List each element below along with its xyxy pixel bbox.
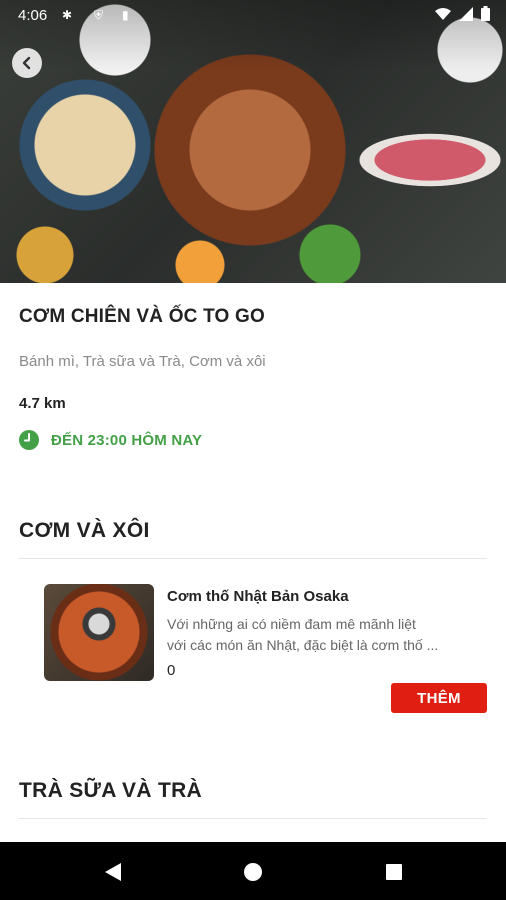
status-indicators (435, 6, 490, 21)
nav-home-button[interactable] (242, 861, 264, 883)
menu-item-name[interactable]: Cơm thố Nhật Bản Osaka (167, 588, 349, 605)
status-time: 4:06 (18, 7, 48, 24)
restaurant-distance: 4.7 km (19, 395, 66, 412)
system-navigation-bar (0, 842, 506, 900)
nav-back-icon (105, 863, 121, 881)
hours-text: ĐẾN 23:00 HÔM NAY (51, 431, 203, 449)
battery-icon (481, 6, 490, 21)
back-arrow-icon (22, 56, 31, 70)
restaurant-name: CƠM CHIÊN VÀ ỐC TO GO (19, 306, 265, 327)
menu-item-description: Với những ai có niềm đam mê mãnh liệt vớ… (167, 614, 487, 656)
menu-item-price: 0 (167, 662, 176, 679)
nav-recents-icon (386, 864, 402, 880)
restaurant-cover-image (0, 0, 506, 283)
wifi-icon (435, 7, 451, 20)
nav-home-icon (244, 863, 262, 881)
opening-hours: ĐẾN 23:00 HÔM NAY (19, 430, 202, 450)
menu-item-description-line: Với những ai có niềm đam mê mãnh liệt (167, 616, 416, 632)
add-item-button[interactable]: THÊM (391, 683, 487, 713)
sim-icon: ▮ (122, 8, 129, 22)
signal-icon (459, 6, 473, 21)
nav-back-button[interactable] (102, 861, 124, 883)
section-divider (19, 558, 487, 559)
section-title-com-va-xoi: CƠM VÀ XÔI (19, 519, 150, 542)
status-bar: 4:06 ✱ ⛨ ▮ (0, 0, 506, 30)
menu-item-image[interactable] (44, 584, 154, 681)
notification-icon: ✱ (62, 8, 73, 22)
nav-recents-button[interactable] (383, 861, 405, 883)
menu-item-description-line: với các món ăn Nhật, đặc biệt là cơm thố… (167, 637, 439, 653)
clock-icon (19, 430, 39, 450)
section-title-tra-sua-va-tra: TRÀ SỮA VÀ TRÀ (19, 779, 203, 802)
section-divider (19, 818, 487, 819)
back-button[interactable] (12, 48, 42, 78)
restaurant-categories: Bánh mì, Trà sữa và Trà, Cơm và xôi (19, 353, 266, 370)
shield-icon: ⛨ (94, 8, 104, 22)
